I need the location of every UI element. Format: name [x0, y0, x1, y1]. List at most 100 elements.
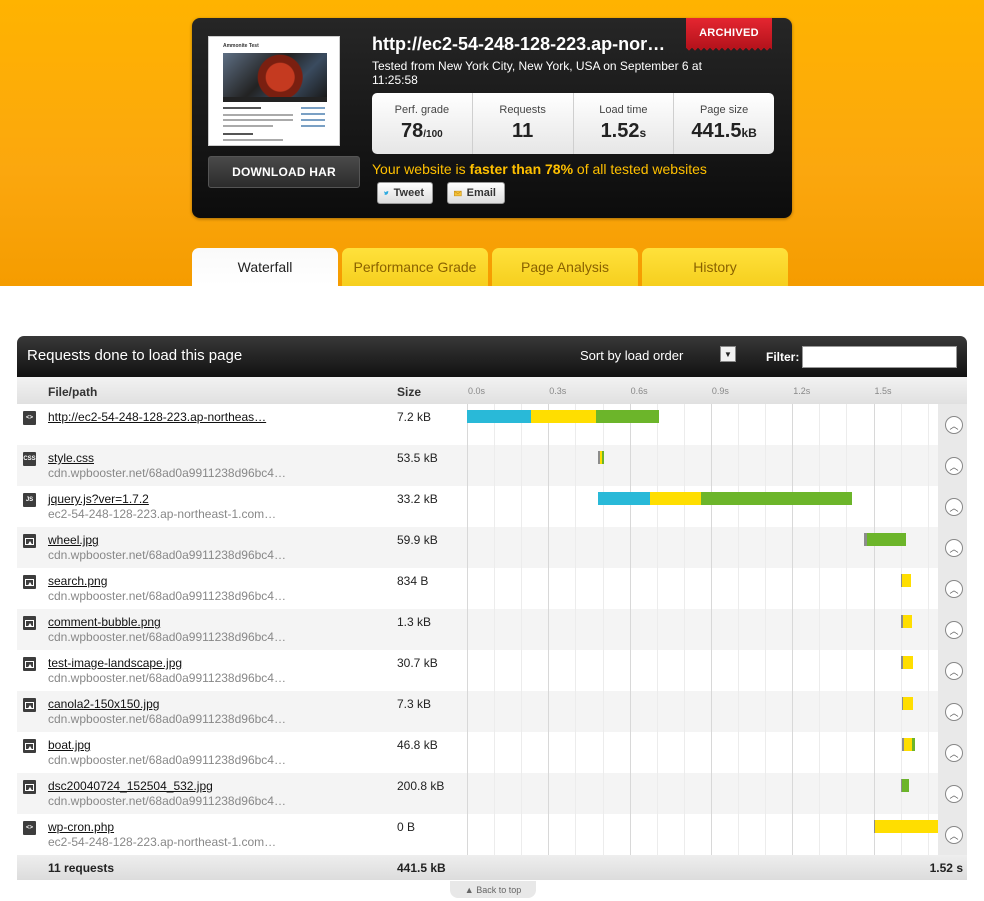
timeline-gridline [521, 486, 523, 527]
timing-bar-receive[interactable] [866, 533, 906, 546]
request-file-name[interactable]: dsc20040724_152504_532.jpg [48, 779, 213, 793]
expand-row-chevron-icon[interactable]: ︿ [945, 744, 963, 762]
total-requests: 11 requests [48, 861, 115, 875]
expand-row-chevron-icon[interactable]: ︿ [945, 826, 963, 844]
request-row[interactable]: search.png cdn.wpbooster.net/68ad0a991123… [17, 568, 967, 609]
expand-row-chevron-icon[interactable]: ︿ [945, 539, 963, 557]
thumbnail-nav-bar [223, 97, 327, 102]
expand-row-chevron-icon[interactable]: ︿ [945, 416, 963, 434]
download-har-button[interactable]: DOWNLOAD HAR [208, 156, 360, 188]
timing-bar-connect2[interactable] [597, 492, 650, 505]
request-row[interactable]: <> wp-cron.php ec2-54-248-128-223.ap-north… [17, 814, 967, 855]
request-file-name[interactable]: wheel.jpg [48, 533, 99, 547]
request-row[interactable]: comment-bubble.png cdn.wpbooster.net/68ad… [17, 609, 967, 650]
timeline-gridline [548, 568, 550, 609]
timeline-gridline [602, 527, 604, 568]
timing-bar-wait[interactable] [903, 697, 913, 710]
tested-url-title[interactable]: http://ec2-54-248-128-223.ap-nor… [372, 34, 690, 55]
timing-bar-receive[interactable] [911, 738, 916, 751]
timing-bar-wait[interactable] [530, 410, 596, 423]
request-file-name[interactable]: canola2-150x150.jpg [48, 697, 159, 711]
tab-history[interactable]: History [642, 248, 788, 286]
request-size: 33.2 kB [397, 492, 438, 506]
timeline-gridline [792, 527, 794, 568]
requests-panel-title: Requests done to load this page [27, 347, 243, 364]
timeline-gridline [521, 568, 523, 609]
sort-dropdown-arrow-icon[interactable]: ▼ [720, 346, 736, 362]
timeline-gridline [738, 773, 739, 814]
tab-page-analysis[interactable]: Page Analysis [492, 248, 638, 286]
timing-bar-wait[interactable] [875, 820, 943, 833]
timing-bar-wait[interactable] [903, 738, 912, 751]
request-file-name[interactable]: jquery.js?ver=1.7.2 [48, 492, 149, 506]
size-column-header[interactable]: Size [397, 385, 421, 399]
request-row[interactable]: boat.jpg cdn.wpbooster.net/68ad0a9911238d… [17, 732, 967, 773]
timeline-gridline [629, 445, 631, 486]
timeline-gridline [683, 773, 685, 814]
request-host-path: ec2-54-248-128-223.ap-northeast-1.com… [48, 835, 277, 849]
timeline-gridline [738, 691, 739, 732]
page-screenshot-thumbnail[interactable]: Ammonite Test [208, 36, 340, 146]
request-row[interactable]: dsc20040724_152504_532.jpg cdn.wpbooster.… [17, 773, 967, 814]
request-row[interactable]: canola2-150x150.jpg cdn.wpbooster.net/68a… [17, 691, 967, 732]
timeline-gridline [873, 486, 875, 527]
tab-performance-grade[interactable]: Performance Grade [342, 248, 488, 286]
timing-bar-wait[interactable] [903, 615, 912, 628]
back-to-top-link[interactable]: ▲ Back to top [450, 881, 536, 898]
tweet-button[interactable]: Tweet [377, 182, 433, 204]
timeline-tick-label: 1.2s [793, 386, 811, 396]
timing-bar-wait[interactable] [649, 492, 702, 505]
request-row[interactable]: wheel.jpg cdn.wpbooster.net/68ad0a9911238… [17, 527, 967, 568]
request-row[interactable]: CSS style.css cdn.wpbooster.net/68ad0a9911… [17, 445, 967, 486]
request-row[interactable]: <> http://ec2-54-248-128-223.ap-northeas…… [17, 404, 967, 445]
file-path-column-header[interactable]: File/path [48, 385, 97, 399]
timeline-gridline [602, 650, 604, 691]
timeline-gridline [602, 609, 604, 650]
request-file-name[interactable]: search.png [48, 574, 107, 588]
request-file-name[interactable]: wp-cron.php [48, 820, 114, 834]
timing-bar-receive[interactable] [601, 451, 604, 464]
image-file-icon [23, 575, 36, 589]
timeline-gridline [927, 404, 929, 445]
timing-bar-wait[interactable] [902, 574, 912, 587]
expand-row-chevron-icon[interactable]: ︿ [945, 621, 963, 639]
request-file-name[interactable]: comment-bubble.png [48, 615, 161, 629]
request-file-name[interactable]: http://ec2-54-248-128-223.ap-northeas… [48, 410, 266, 424]
tab-waterfall[interactable]: Waterfall [192, 248, 338, 286]
sort-select[interactable]: Sort by load order [580, 348, 683, 363]
timing-bar-connect2[interactable] [467, 410, 531, 423]
timeline-gridline [575, 486, 577, 527]
perf-grade-number: 78 [401, 120, 424, 142]
expand-row-chevron-icon[interactable]: ︿ [945, 457, 963, 475]
timing-bar-wait[interactable] [903, 656, 913, 669]
expand-row-chevron-icon[interactable]: ︿ [945, 580, 963, 598]
expand-row-chevron-icon[interactable]: ︿ [945, 662, 963, 680]
twitter-bird-icon [384, 191, 389, 195]
timing-bar-receive[interactable] [902, 779, 909, 792]
request-timeline [467, 404, 937, 445]
image-glyph [25, 537, 34, 545]
request-timeline [467, 814, 943, 855]
request-file-name[interactable]: boat.jpg [48, 738, 91, 752]
request-file-name[interactable]: style.css [48, 451, 94, 465]
timeline-gridline [819, 445, 821, 486]
timeline-gridline [683, 445, 685, 486]
timeline-gridline [792, 814, 794, 855]
timeline-gridline [873, 773, 875, 814]
timing-bar-receive[interactable] [595, 410, 660, 423]
html-file-icon: <> [23, 821, 36, 835]
page-size-number: 441.5 [691, 120, 742, 142]
image-file-icon [23, 739, 36, 753]
email-button[interactable]: Email [447, 182, 505, 204]
request-host-path: cdn.wpbooster.net/68ad0a9911238d96bc4… [48, 712, 286, 726]
expand-row-chevron-icon[interactable]: ︿ [945, 785, 963, 803]
request-row[interactable]: test-image-landscape.jpg cdn.wpbooster.ne… [17, 650, 967, 691]
filter-label: Filter: [766, 350, 800, 364]
request-row[interactable]: JS jquery.js?ver=1.7.2 ec2-54-248-128-223.… [17, 486, 967, 527]
request-file-name[interactable]: test-image-landscape.jpg [48, 656, 182, 670]
filter-input[interactable] [802, 346, 957, 368]
expand-row-chevron-icon[interactable]: ︿ [945, 498, 963, 516]
timeline-gridline [548, 773, 550, 814]
timing-bar-receive[interactable] [701, 492, 852, 505]
expand-row-chevron-icon[interactable]: ︿ [945, 703, 963, 721]
